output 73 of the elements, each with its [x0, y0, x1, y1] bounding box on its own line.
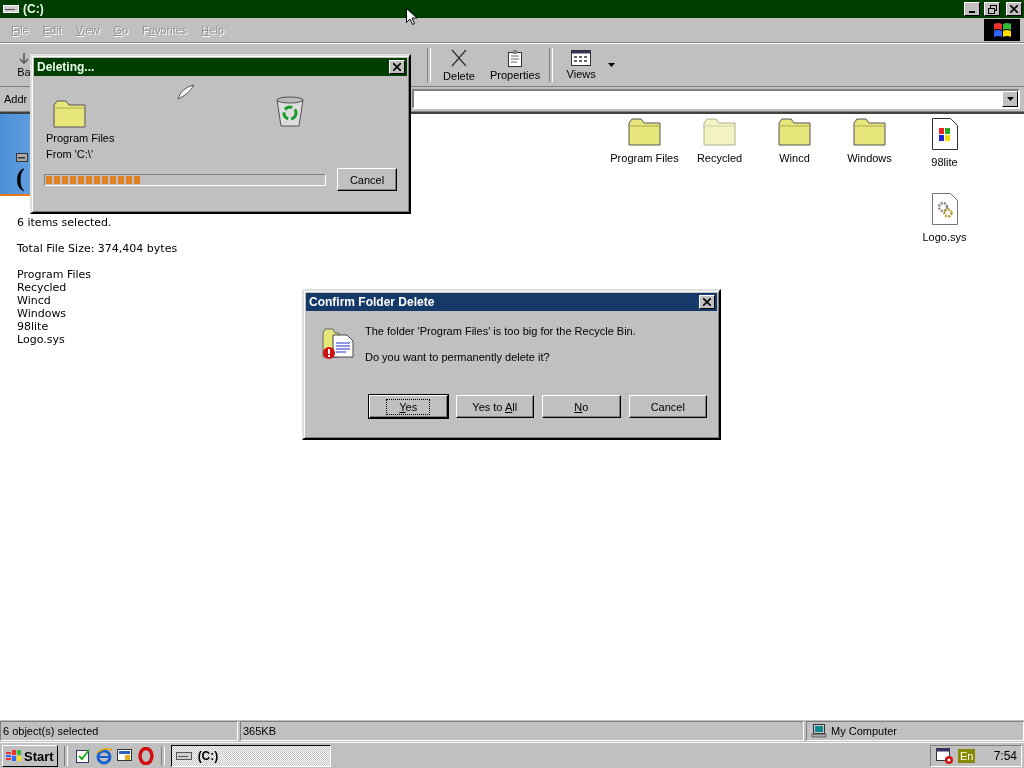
- computer-icon: [811, 724, 827, 738]
- delete-icon: [449, 48, 469, 68]
- dialog-button[interactable]: No: [542, 395, 621, 418]
- file-name[interactable]: 98lite: [931, 156, 958, 168]
- status-text: My Computer: [831, 725, 898, 737]
- windows-logo-icon: [6, 749, 22, 763]
- dropdown-arrow-icon[interactable]: [608, 63, 616, 67]
- cancel-button[interactable]: Cancel: [337, 168, 397, 191]
- drive-icon: [16, 153, 28, 162]
- folder-icon[interactable]: [852, 118, 887, 146]
- close-button[interactable]: [389, 60, 405, 74]
- file-name[interactable]: Wincd: [779, 152, 810, 164]
- dialog-button[interactable]: Yes to All: [455, 395, 534, 418]
- restore-button[interactable]: [984, 2, 1000, 16]
- close-icon: [703, 298, 711, 306]
- recycle-bin-icon: [275, 96, 305, 128]
- dialog-button[interactable]: Cancel: [628, 395, 707, 418]
- windows-logo-icon: [984, 19, 1020, 41]
- mouse-pointer-icon: [406, 8, 417, 25]
- panel-title: (: [16, 162, 26, 194]
- address-field[interactable]: [412, 89, 1020, 109]
- dropdown-button[interactable]: [1002, 91, 1018, 107]
- address-label: Addr: [4, 93, 29, 105]
- source-path: From 'C:\': [45, 147, 94, 162]
- program-file-icon[interactable]: [931, 118, 958, 150]
- taskbar-button[interactable]: (C:): [170, 745, 331, 767]
- down-arrow-icon: [19, 52, 29, 64]
- gear-file-icon[interactable]: [931, 193, 958, 225]
- drive-icon: [3, 4, 19, 14]
- folder-icon[interactable]: [777, 118, 812, 146]
- delete-button[interactable]: Delete: [434, 44, 484, 86]
- properties-icon: [508, 49, 523, 67]
- language-indicator[interactable]: En: [958, 749, 976, 763]
- clock: 7:54: [993, 749, 1017, 763]
- drive-icon: [175, 752, 192, 760]
- dialog-title: Confirm Folder Delete: [309, 295, 435, 309]
- selection-summary: 6 items selected.: [17, 216, 113, 229]
- dialog-question: Do you want to permanently delete it?: [365, 351, 551, 363]
- file-name: Windows: [17, 307, 68, 320]
- folder-icon: [53, 100, 87, 128]
- status-text: 6 object(s) selected: [3, 725, 99, 737]
- window-title: (C:): [23, 2, 44, 16]
- close-icon: [393, 63, 401, 71]
- dialog-title: Deleting...: [37, 60, 95, 74]
- close-icon: [1010, 5, 1018, 13]
- file-name[interactable]: Recycled: [696, 152, 743, 164]
- status-text: 365KB: [243, 725, 277, 737]
- file-name: Program Files: [45, 131, 116, 146]
- file-name: Recycled: [17, 281, 68, 294]
- close-button[interactable]: [699, 295, 715, 309]
- checklist-icon[interactable]: [73, 747, 92, 765]
- views-button[interactable]: Views: [556, 44, 607, 86]
- dialog-message: The folder 'Program Files' is too big for the Recycle Bin.: [365, 325, 636, 337]
- properties-button[interactable]: Properties: [484, 44, 547, 86]
- start-button[interactable]: Start: [2, 745, 58, 767]
- file-name: Logo.sys: [17, 333, 66, 346]
- close-button[interactable]: [1006, 2, 1022, 16]
- file-name: Wincd: [17, 294, 52, 307]
- folder-warning-icon: [321, 325, 355, 361]
- file-name[interactable]: Program Files: [610, 152, 679, 164]
- dialog-button[interactable]: Yes: [369, 395, 448, 418]
- file-name[interactable]: Logo.sys: [922, 231, 967, 243]
- file-name: Program Files: [17, 268, 93, 281]
- scheduler-icon[interactable]: [935, 747, 955, 765]
- file-name: 98lite: [17, 320, 50, 333]
- flying-paper-icon: [177, 84, 195, 100]
- restore-icon: [987, 4, 997, 14]
- file-name[interactable]: Windows: [847, 152, 892, 164]
- caret-icon: [1006, 97, 1014, 101]
- folder-icon[interactable]: [627, 118, 662, 146]
- views-icon: [571, 50, 592, 66]
- minimize-button[interactable]: [964, 2, 980, 16]
- file-size-text: Total File Size: 374,404 bytes: [17, 242, 179, 255]
